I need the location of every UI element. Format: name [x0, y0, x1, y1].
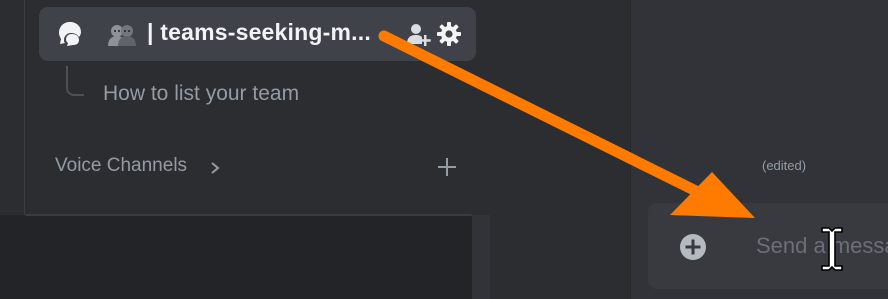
chevron-right-icon[interactable] [209, 160, 221, 176]
message-composer[interactable]: Send a message [648, 203, 888, 289]
plus-icon[interactable] [437, 157, 457, 177]
plus-circle-icon[interactable] [679, 233, 707, 261]
thread-item-how-to-list-your-team[interactable]: How to list your team [103, 82, 299, 106]
user-panel [0, 215, 472, 299]
threads-icon [59, 22, 81, 46]
sidebar-item-teams-seeking-members[interactable]: | teams-seeking-m... [39, 7, 476, 61]
two-people-emoji-icon [108, 25, 136, 46]
server-rail-edge [0, 0, 24, 215]
i-beam-cursor-icon [821, 227, 843, 271]
gear-icon[interactable] [436, 21, 462, 47]
members-gap [490, 0, 630, 299]
voice-channels-category[interactable]: Voice Channels [55, 155, 187, 177]
thread-connector [66, 66, 84, 96]
channel-name-separator: | [147, 19, 161, 45]
channel-name: | teams-seeking-m... [147, 19, 371, 46]
add-member-icon[interactable] [406, 22, 432, 48]
channel-name-text: teams-seeking-m... [160, 19, 371, 45]
edited-label: (edited) [762, 158, 807, 173]
user-panel-border [25, 214, 472, 216]
